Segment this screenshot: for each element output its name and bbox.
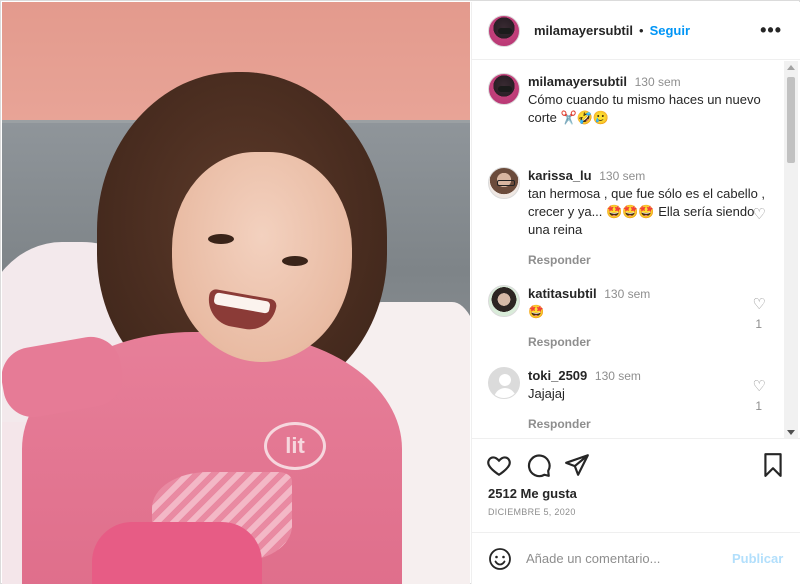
caption-text: Cómo cuando tu mismo haces un nuevo cort… — [528, 92, 761, 125]
post-actions: 2512 Me gusta DICIEMBRE 5, 2020 — [472, 440, 800, 530]
comment-like-count: 1 — [755, 399, 762, 413]
caption-avatar[interactable] — [488, 73, 520, 105]
header-separator-dot: • — [639, 23, 644, 38]
commenter-avatar[interactable] — [488, 285, 520, 317]
comments-list[interactable]: milamayersubtil 130 sem Cómo cuando tu m… — [472, 61, 800, 439]
comment-time[interactable]: 130 sem — [595, 369, 641, 383]
comment-username[interactable]: karissa_lu — [528, 168, 592, 183]
follow-button[interactable]: Seguir — [650, 23, 690, 38]
comment-item: karissa_lu 130 sem tan hermosa , que fue… — [488, 167, 768, 269]
like-heart-icon[interactable] — [486, 452, 512, 478]
share-paper-plane-icon[interactable] — [564, 452, 590, 478]
author-username[interactable]: milamayersubtil — [534, 23, 633, 38]
reply-button[interactable]: Responder — [528, 333, 768, 351]
comment-item: katitasubtil 130 sem 🤩 Responder — [488, 285, 768, 351]
comment-item: toki_2509 130 sem Jajajaj Responder — [488, 367, 768, 433]
scrollbar-thumb[interactable] — [787, 77, 795, 163]
comment-username[interactable]: katitasubtil — [528, 286, 597, 301]
comment-like-count: 1 — [755, 317, 762, 331]
comment-username[interactable]: toki_2509 — [528, 368, 587, 383]
emoji-icon[interactable] — [488, 547, 512, 571]
like-comment-heart-icon[interactable]: ♡ — [753, 295, 766, 313]
reply-button[interactable]: Responder — [528, 251, 768, 269]
photo-eye-right — [282, 256, 308, 266]
post-photo[interactable]: lit — [2, 2, 470, 584]
comments-scrollbar[interactable] — [784, 61, 798, 438]
comment-text: Jajajaj — [528, 386, 565, 401]
photo-face — [172, 152, 352, 362]
caption-username[interactable]: milamayersubtil — [528, 74, 627, 89]
like-comment-heart-icon[interactable]: ♡ — [753, 205, 766, 223]
comment-bubble-icon[interactable] — [526, 452, 552, 478]
comment-input[interactable] — [526, 551, 722, 566]
post-side-panel: milamayersubtil • Seguir ••• milamayersu… — [471, 2, 800, 584]
more-options-icon[interactable]: ••• — [760, 20, 782, 41]
comment-time[interactable]: 130 sem — [599, 169, 645, 183]
post-header: milamayersubtil • Seguir ••• — [472, 2, 800, 60]
scroll-down-arrow-icon[interactable] — [787, 430, 795, 435]
save-bookmark-icon[interactable] — [760, 452, 786, 478]
post-date[interactable]: DICIEMBRE 5, 2020 — [488, 507, 576, 517]
caption: milamayersubtil 130 sem Cómo cuando tu m… — [488, 73, 768, 127]
commenter-avatar[interactable] — [488, 167, 520, 199]
reply-button[interactable]: Responder — [528, 415, 768, 433]
photo-shirt-logo: lit — [264, 422, 326, 470]
add-comment-bar: Publicar — [472, 532, 800, 584]
comment-text: tan hermosa , que fue sólo es el cabello… — [528, 186, 766, 237]
publish-button[interactable]: Publicar — [732, 551, 783, 566]
likes-count[interactable]: 2512 Me gusta — [488, 486, 577, 501]
commenter-avatar[interactable] — [488, 367, 520, 399]
author-avatar[interactable] — [488, 14, 520, 47]
photo-eye-left — [208, 234, 234, 244]
scroll-up-arrow-icon[interactable] — [787, 65, 795, 70]
comment-text: 🤩 — [528, 304, 545, 319]
photo-pants — [92, 522, 262, 584]
like-comment-heart-icon[interactable]: ♡ — [753, 377, 766, 395]
caption-time[interactable]: 130 sem — [635, 75, 681, 89]
comment-time[interactable]: 130 sem — [604, 287, 650, 301]
post-dialog: lit milamayersubtil • Seguir ••• milamay… — [0, 0, 800, 584]
